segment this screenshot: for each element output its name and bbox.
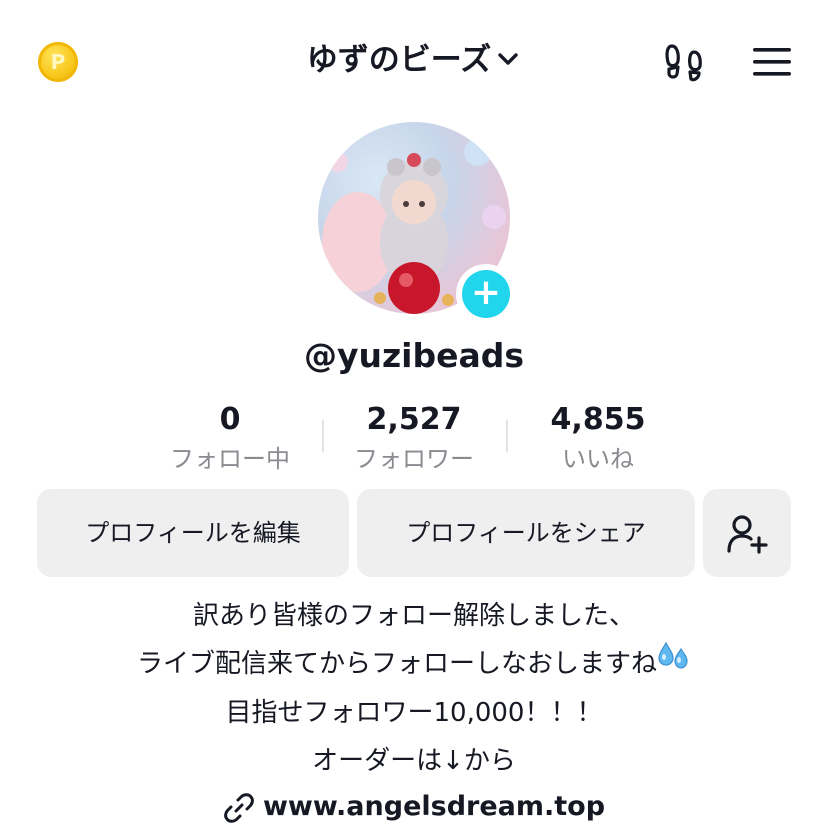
footprint-icon[interactable]	[664, 42, 704, 82]
bio: 訳あり皆様のフォロー解除しました、 ライブ配信来てからフォローしなおしますね 目…	[0, 592, 828, 785]
bio-line: 訳あり皆様のフォロー解除しました、	[192, 601, 635, 631]
add-avatar-button[interactable]: +	[456, 264, 516, 324]
stat-label: フォロワー	[354, 445, 474, 473]
bio-line: ライブ配信来てからフォローしなおしますね	[136, 649, 657, 679]
add-friend-button[interactable]	[703, 489, 791, 577]
page-title: ゆずのビーズ	[306, 42, 492, 78]
stat-followers[interactable]: 2,527 フォロワー	[334, 400, 494, 476]
stat-label: フォロー中	[170, 445, 290, 473]
share-profile-button[interactable]: プロフィールをシェア	[357, 489, 695, 577]
chevron-down-icon	[495, 40, 521, 84]
stat-value: 4,855	[550, 402, 646, 437]
add-person-icon	[727, 515, 768, 554]
plus-icon: +	[470, 272, 502, 313]
stat-following[interactable]: 0 フォロー中	[150, 400, 310, 476]
stat-label: いいね	[562, 445, 634, 473]
username: @yuzibeads	[303, 336, 525, 375]
link-text: www.angelsdream.top	[262, 791, 606, 822]
stat-divider	[506, 420, 508, 452]
bio-line: 目指せフォロワー10,000！！！	[225, 697, 603, 728]
stat-likes[interactable]: 4,855 いいね	[518, 400, 678, 476]
link-icon	[224, 792, 254, 823]
stat-value: 2,527	[366, 402, 462, 437]
sweat-droplets-emoji	[657, 641, 691, 689]
bio-line-with-emoji: ライブ配信来てからフォローしなおしますね	[0, 640, 828, 689]
edit-profile-button[interactable]: プロフィールを編集	[37, 489, 349, 577]
website-link[interactable]: www.angelsdream.top	[0, 784, 828, 828]
bio-line: オーダーは↓から	[312, 745, 516, 776]
stat-divider	[322, 420, 324, 452]
hamburger-menu-icon[interactable]	[752, 46, 792, 78]
stat-value: 0	[219, 402, 241, 437]
